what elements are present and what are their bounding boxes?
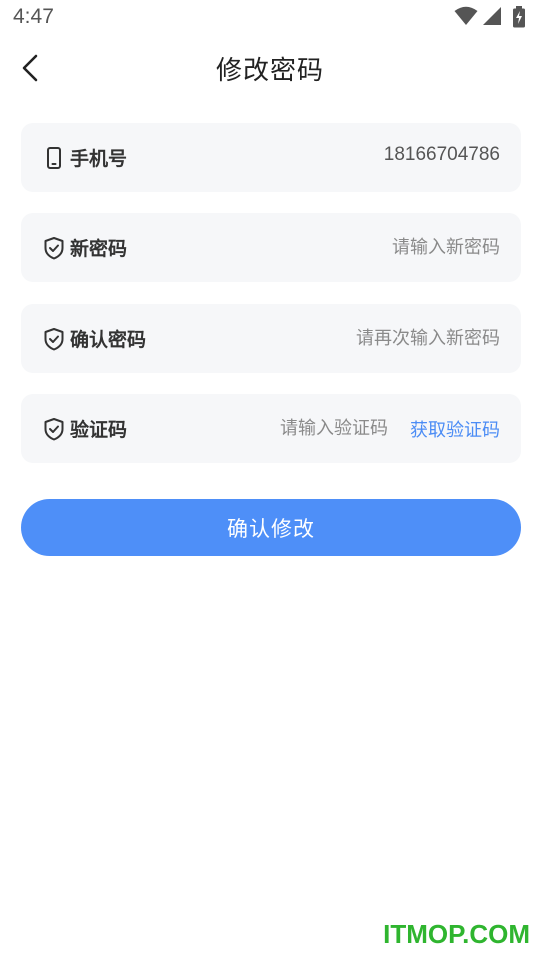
wifi-icon bbox=[454, 6, 478, 25]
phone-field: 手机号 18166704786 bbox=[21, 123, 521, 192]
new-password-field: 新密码 bbox=[21, 213, 521, 282]
get-code-button[interactable]: 获取验证码 bbox=[410, 416, 500, 442]
page-title: 修改密码 bbox=[215, 56, 324, 86]
phone-value: 18166704786 bbox=[383, 144, 500, 165]
verification-code-input[interactable] bbox=[218, 406, 388, 450]
phone-icon bbox=[47, 147, 61, 169]
confirm-password-label: 确认密码 bbox=[70, 329, 147, 351]
shield-check-icon bbox=[44, 418, 64, 441]
confirm-password-field: 确认密码 bbox=[21, 304, 521, 373]
confirm-password-input[interactable] bbox=[240, 316, 500, 360]
new-password-label: 新密码 bbox=[70, 238, 128, 260]
new-password-input[interactable] bbox=[240, 225, 500, 269]
status-bar: 4:47 bbox=[0, 0, 540, 36]
header: 修改密码 bbox=[0, 36, 540, 102]
verification-code-label: 验证码 bbox=[70, 419, 128, 441]
phone-label: 手机号 bbox=[70, 148, 128, 170]
shield-check-icon bbox=[44, 237, 64, 260]
confirm-button[interactable]: 确认修改 bbox=[21, 499, 521, 556]
battery-icon bbox=[513, 6, 525, 28]
watermark: ITMOP.COM bbox=[383, 919, 530, 949]
verification-code-field: 验证码 获取验证码 bbox=[21, 394, 521, 463]
signal-icon bbox=[483, 7, 501, 25]
status-time: 4:47 bbox=[13, 5, 54, 28]
shield-check-icon bbox=[44, 328, 64, 351]
